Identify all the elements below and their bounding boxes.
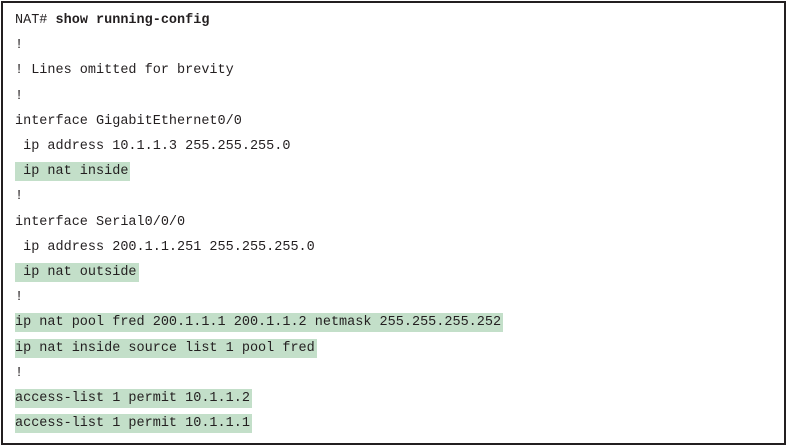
config-line-text: ip nat outside <box>15 262 139 282</box>
config-line: ip address 10.1.1.3 255.255.255.0 <box>15 134 503 159</box>
config-line-text: ! <box>15 290 24 306</box>
config-line-highlighted: ip nat pool fred 200.1.1.1 200.1.1.2 net… <box>15 310 504 335</box>
cli-prompt: NAT# <box>15 13 48 29</box>
config-line-highlighted: ip nat inside source list 1 pool fred <box>15 335 503 360</box>
config-line-text: ip nat pool fred 200.1.1.1 200.1.1.2 net… <box>15 313 504 333</box>
config-line-highlighted: access-list 1 permit 10.1.1.2 <box>15 386 503 411</box>
config-line: ! <box>15 361 503 386</box>
config-line-highlighted: ip nat outside <box>15 260 503 285</box>
config-line-highlighted: ip nat inside <box>15 159 503 184</box>
config-line-text: ! <box>15 38 24 54</box>
config-listing-box: NAT# show running-config ! ! Lines omitte… <box>1 1 786 445</box>
config-line-text: ip address 10.1.1.3 255.255.255.0 <box>15 139 291 155</box>
config-line-text: access-list 1 permit 10.1.1.2 <box>15 388 252 408</box>
config-line: ! <box>15 33 503 58</box>
config-line-text: ! Lines omitted for brevity <box>15 63 234 79</box>
config-line: ! <box>15 285 503 310</box>
config-line-text: interface GigabitEthernet0/0 <box>15 113 242 129</box>
config-line: ! <box>15 84 503 109</box>
config-line-text: ! <box>15 365 24 381</box>
config-line-text: ip address 200.1.1.251 255.255.255.0 <box>15 239 315 255</box>
config-line: ! <box>15 184 503 209</box>
config-line-text: ip nat inside <box>15 162 131 182</box>
config-line-text: ! <box>15 189 24 205</box>
config-lines: NAT# show running-config ! ! Lines omitte… <box>15 8 504 436</box>
config-line-text: access-list 1 permit 10.1.1.1 <box>15 414 252 434</box>
config-line: ! Lines omitted for brevity <box>15 58 503 83</box>
config-line-text: ip nat inside source list 1 pool fred <box>15 338 317 358</box>
command-line: NAT# show running-config <box>15 8 503 33</box>
config-line-text: interface Serial0/0/0 <box>15 214 186 230</box>
config-line-highlighted: access-list 1 permit 10.1.1.1 <box>15 411 503 436</box>
cli-command: show running-config <box>55 13 210 29</box>
config-line-text: ! <box>15 88 24 104</box>
config-line: interface Serial0/0/0 <box>15 210 503 235</box>
config-line: interface GigabitEthernet0/0 <box>15 109 503 134</box>
config-line: ip address 200.1.1.251 255.255.255.0 <box>15 235 503 260</box>
